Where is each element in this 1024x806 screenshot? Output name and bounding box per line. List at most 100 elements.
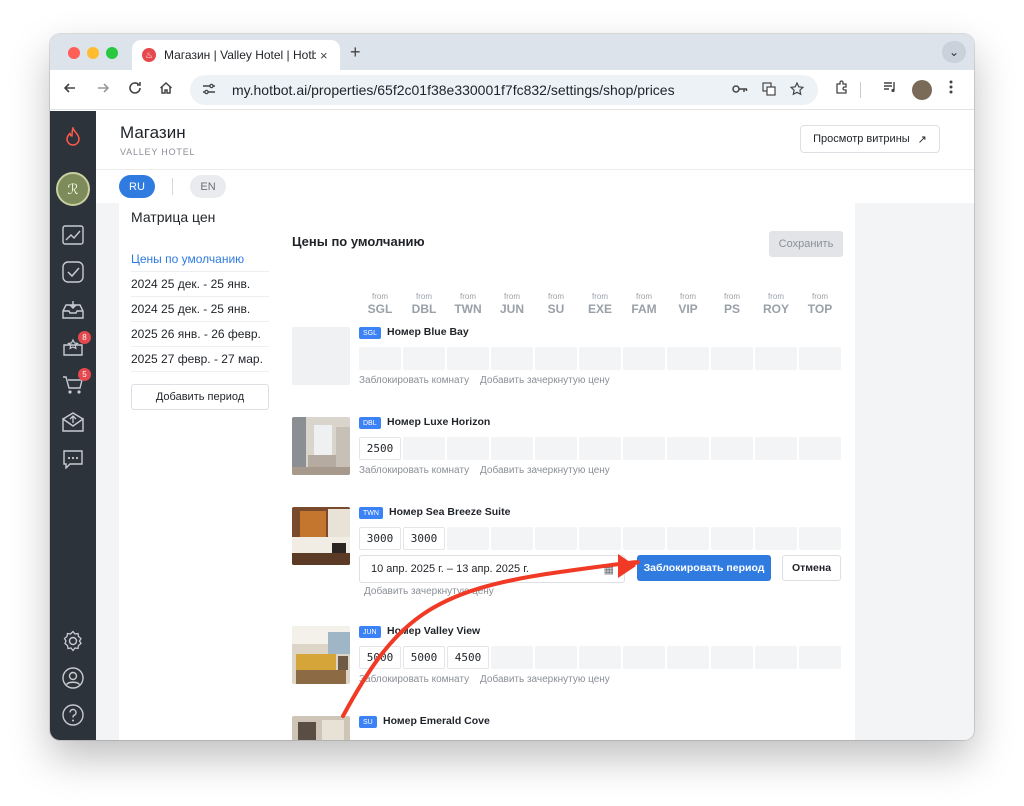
price-cell-jun[interactable] (491, 646, 533, 669)
home-icon[interactable] (158, 80, 174, 102)
price-cell-dbl[interactable] (403, 347, 445, 370)
room-type-code: EXE (587, 302, 612, 316)
price-cell-exe[interactable] (579, 347, 621, 370)
room-type-code: SU (547, 302, 565, 316)
add-strike-price-link[interactable]: Добавить зачеркнутую цену (480, 674, 610, 685)
save-button[interactable]: Сохранить (769, 231, 843, 257)
price-cell-sgl[interactable]: 3000 (359, 527, 401, 550)
lang-ru-tab[interactable]: RU (119, 175, 155, 198)
price-cell-exe[interactable] (579, 646, 621, 669)
period-item[interactable]: 2025 26 янв. - 26 февр. (131, 322, 269, 347)
price-cell-top[interactable] (799, 437, 841, 460)
price-cell-su[interactable] (535, 646, 577, 669)
period-item[interactable]: 2024 25 дек. - 25 янв. (131, 272, 269, 297)
close-tab-icon[interactable]: × (320, 48, 328, 63)
lang-divider (172, 178, 173, 195)
calendar-icon[interactable]: ▦ (604, 563, 614, 576)
price-cell-roy[interactable] (755, 437, 797, 460)
block-date-range-input[interactable]: 10 апр. 2025 г. – 13 апр. 2025 г. ▦ (359, 555, 625, 583)
media-icon[interactable] (882, 79, 898, 99)
block-room-link[interactable]: Заблокировать комнату (359, 674, 469, 685)
browser-tab[interactable]: ♨ Магазин | Valley Hotel | Hotbot × (132, 40, 340, 70)
price-cell-dbl[interactable] (403, 437, 445, 460)
analytics-icon[interactable] (61, 223, 85, 247)
price-cell-jun[interactable] (491, 527, 533, 550)
price-cell-fam[interactable] (623, 437, 665, 460)
extensions-icon[interactable] (834, 79, 850, 99)
block-room-link[interactable]: Заблокировать комнату (359, 465, 469, 476)
column-header-exe: from EXE (579, 292, 621, 316)
price-cell-sgl[interactable]: 5000 (359, 646, 401, 669)
more-icon[interactable] (948, 79, 954, 99)
maximize-window-button[interactable] (106, 47, 118, 59)
translate-icon[interactable] (762, 81, 776, 99)
price-cell-dbl[interactable]: 3000 (403, 527, 445, 550)
profile-avatar[interactable] (912, 80, 932, 100)
price-cell-su[interactable] (535, 347, 577, 370)
price-cell-vip[interactable] (667, 437, 709, 460)
price-cell-fam[interactable] (623, 527, 665, 550)
property-avatar[interactable]: ℛ (56, 172, 90, 206)
inbox-icon[interactable] (61, 298, 85, 322)
price-cell-twn[interactable] (447, 347, 489, 370)
price-cell-su[interactable] (535, 437, 577, 460)
price-cell-dbl[interactable]: 5000 (403, 646, 445, 669)
price-cell-vip[interactable] (667, 646, 709, 669)
period-default[interactable]: Цены по умолчанию (131, 247, 269, 272)
cancel-button[interactable]: Отмена (782, 555, 841, 581)
mail-icon[interactable] (61, 410, 85, 434)
price-cell-roy[interactable] (755, 347, 797, 370)
account-icon[interactable] (61, 666, 85, 690)
add-strike-price-link[interactable]: Добавить зачеркнутую цену (480, 465, 610, 476)
tab-search-button[interactable]: ⌄ (942, 41, 966, 63)
price-cell-roy[interactable] (755, 527, 797, 550)
price-cell-ps[interactable] (711, 347, 753, 370)
price-cell-sgl[interactable]: 2500 (359, 437, 401, 460)
price-cell-top[interactable] (799, 527, 841, 550)
block-period-button[interactable]: Заблокировать период (637, 555, 771, 581)
back-icon[interactable] (62, 80, 78, 102)
key-icon[interactable] (732, 82, 748, 99)
tasks-icon[interactable] (61, 260, 85, 284)
settings-gear-icon[interactable] (61, 629, 85, 653)
add-strike-price-link[interactable]: Добавить зачеркнутую цену (480, 375, 610, 386)
lang-en-tab[interactable]: EN (190, 175, 226, 198)
price-cell-top[interactable] (799, 347, 841, 370)
price-cell-fam[interactable] (623, 646, 665, 669)
price-cell-jun[interactable] (491, 347, 533, 370)
close-window-button[interactable] (68, 47, 80, 59)
help-icon[interactable] (61, 703, 85, 727)
address-bar[interactable]: my.hotbot.ai/properties/65f2c01f38e33000… (190, 75, 818, 105)
block-room-link[interactable]: Заблокировать комнату (359, 375, 469, 386)
price-cell-twn[interactable]: 4500 (447, 646, 489, 669)
price-cell-twn[interactable] (447, 437, 489, 460)
price-cell-exe[interactable] (579, 527, 621, 550)
price-cell-sgl[interactable] (359, 347, 401, 370)
period-item[interactable]: 2024 25 дек. - 25 янв. (131, 297, 269, 322)
price-cell-jun[interactable] (491, 437, 533, 460)
price-cell-ps[interactable] (711, 646, 753, 669)
reload-icon[interactable] (127, 80, 143, 102)
price-cell-ps[interactable] (711, 527, 753, 550)
view-storefront-button[interactable]: Просмотр витрины ↗ (800, 125, 940, 153)
period-item[interactable]: 2025 27 февр. - 27 мар. (131, 347, 269, 372)
price-cell-roy[interactable] (755, 646, 797, 669)
price-cell-vip[interactable] (667, 527, 709, 550)
new-tab-button[interactable]: + (350, 42, 361, 63)
chat-icon[interactable] (61, 447, 85, 471)
price-cell-twn[interactable] (447, 527, 489, 550)
forward-icon[interactable] (95, 80, 111, 102)
minimize-window-button[interactable] (87, 47, 99, 59)
price-cell-fam[interactable] (623, 347, 665, 370)
tune-icon[interactable] (202, 82, 222, 99)
price-cell-top[interactable] (799, 646, 841, 669)
add-period-button[interactable]: Добавить период (131, 384, 269, 410)
price-cell-vip[interactable] (667, 347, 709, 370)
hotbot-logo-icon[interactable] (61, 125, 85, 149)
price-cell-ps[interactable] (711, 437, 753, 460)
add-strike-price-link[interactable]: Добавить зачеркнутую цену (364, 586, 494, 597)
price-cell-exe[interactable] (579, 437, 621, 460)
room-type-badge: SU (359, 716, 377, 728)
star-icon[interactable] (789, 81, 805, 99)
price-cell-su[interactable] (535, 527, 577, 550)
